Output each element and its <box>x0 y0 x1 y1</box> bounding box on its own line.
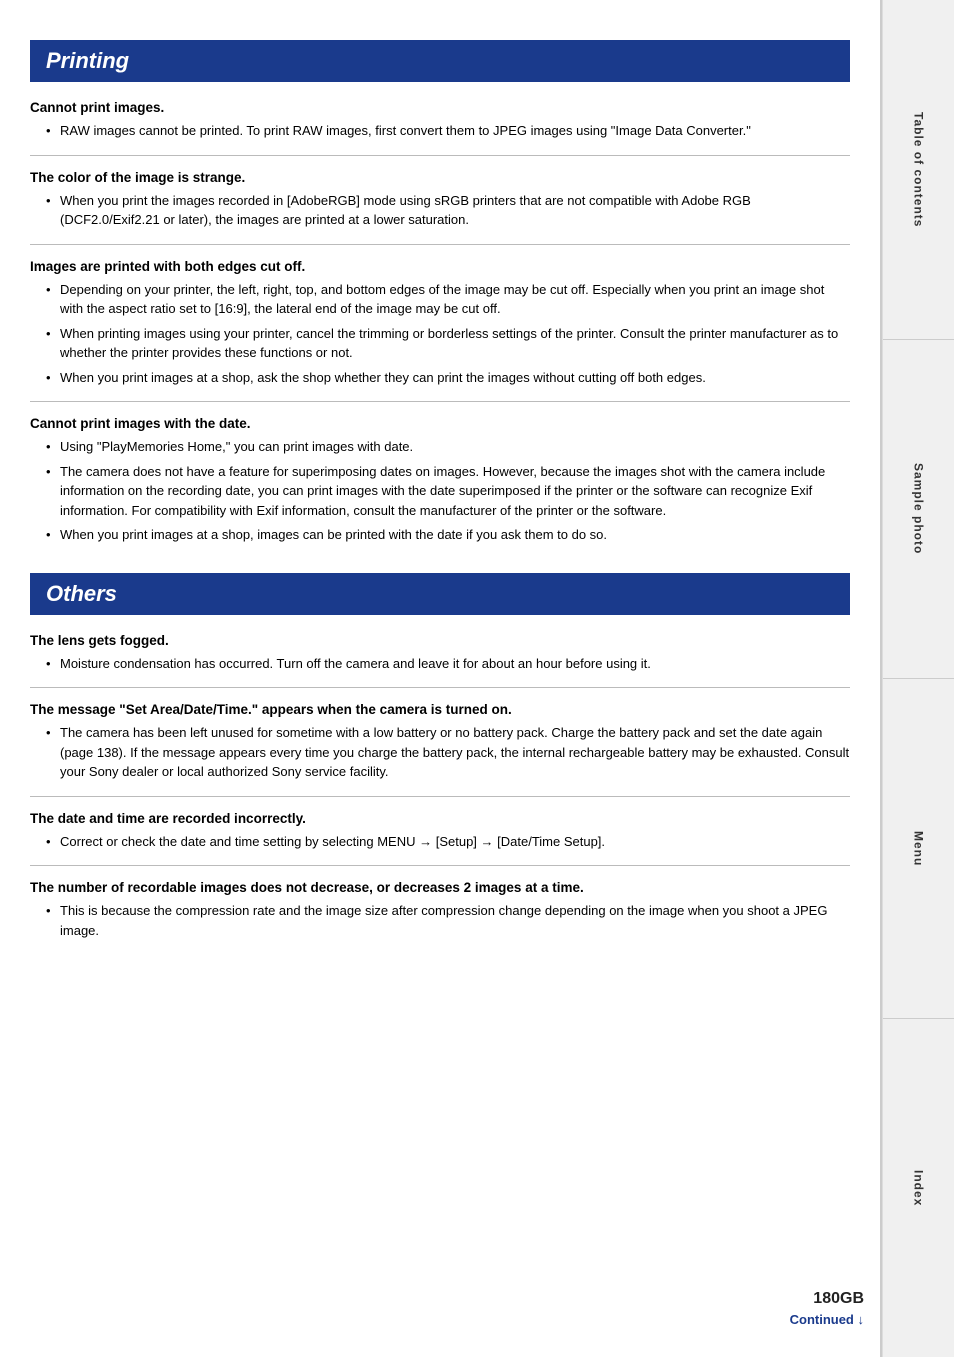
bullet-list-color-strange: When you print the images recorded in [A… <box>46 191 850 230</box>
subsection-set-area-date-time: The message "Set Area/Date/Time." appear… <box>30 702 850 782</box>
sidebar-tab-index[interactable]: Index <box>883 1019 954 1357</box>
subsection-recordable-images: The number of recordable images does not… <box>30 880 850 940</box>
subsection-date-time-incorrect: The date and time are recorded incorrect… <box>30 811 850 852</box>
divider <box>30 796 850 797</box>
subsection-title-cannot-print: Cannot print images. <box>30 100 850 115</box>
continued-label: Continued <box>790 1312 854 1327</box>
subsection-title-color-strange: The color of the image is strange. <box>30 170 850 185</box>
others-section: Others The lens gets fogged. Moisture co… <box>30 573 850 941</box>
bullet-item: This is because the compression rate and… <box>46 901 850 940</box>
sidebar-tab-table-of-contents[interactable]: Table of contents <box>883 0 954 340</box>
continued-arrow: ↓ <box>858 1312 865 1327</box>
printing-section: Printing Cannot print images. RAW images… <box>30 40 850 545</box>
subsection-title-date-time-incorrect: The date and time are recorded incorrect… <box>30 811 850 826</box>
bullet-item: The camera does not have a feature for s… <box>46 462 850 521</box>
others-section-header: Others <box>30 573 850 615</box>
bullet-list-lens-fogged: Moisture condensation has occurred. Turn… <box>46 654 850 674</box>
bullet-item: Correct or check the date and time setti… <box>46 832 850 852</box>
bullet-list-recordable-images: This is because the compression rate and… <box>46 901 850 940</box>
bullet-item: When you print the images recorded in [A… <box>46 191 850 230</box>
divider <box>30 865 850 866</box>
bullet-item: When you print images at a shop, images … <box>46 525 850 545</box>
subsection-title-edges-cut-off: Images are printed with both edges cut o… <box>30 259 850 274</box>
page-wrapper: Printing Cannot print images. RAW images… <box>0 0 954 1357</box>
printing-section-header: Printing <box>30 40 850 82</box>
subsection-lens-fogged: The lens gets fogged. Moisture condensat… <box>30 633 850 674</box>
continued-link[interactable]: Continued ↓ <box>790 1312 864 1327</box>
bullet-item: Using "PlayMemories Home," you can print… <box>46 437 850 457</box>
subsection-cannot-print-date: Cannot print images with the date. Using… <box>30 416 850 545</box>
subsection-title-lens-fogged: The lens gets fogged. <box>30 633 850 648</box>
sidebar-tab-sample-photo[interactable]: Sample photo <box>883 340 954 680</box>
bullet-item: When you print images at a shop, ask the… <box>46 368 850 388</box>
bullet-list-cannot-print: RAW images cannot be printed. To print R… <box>46 121 850 141</box>
divider <box>30 401 850 402</box>
bullet-list-set-area-date-time: The camera has been left unused for some… <box>46 723 850 782</box>
subsection-cannot-print: Cannot print images. RAW images cannot b… <box>30 100 850 141</box>
page-footer: 180GB Continued ↓ <box>790 1290 864 1327</box>
page-number: 180GB <box>813 1290 864 1308</box>
bullet-item: Moisture condensation has occurred. Turn… <box>46 654 850 674</box>
subsection-color-strange: The color of the image is strange. When … <box>30 170 850 230</box>
divider <box>30 155 850 156</box>
divider <box>30 244 850 245</box>
main-content: Printing Cannot print images. RAW images… <box>0 0 882 1357</box>
bullet-list-edges-cut-off: Depending on your printer, the left, rig… <box>46 280 850 388</box>
bullet-item: When printing images using your printer,… <box>46 324 850 363</box>
subsection-edges-cut-off: Images are printed with both edges cut o… <box>30 259 850 388</box>
subsection-title-cannot-print-date: Cannot print images with the date. <box>30 416 850 431</box>
sidebar-tab-menu[interactable]: Menu <box>883 679 954 1019</box>
sidebar: Table of contents Sample photo Menu Inde… <box>882 0 954 1357</box>
bullet-list-cannot-print-date: Using "PlayMemories Home," you can print… <box>46 437 850 545</box>
bullet-item: RAW images cannot be printed. To print R… <box>46 121 850 141</box>
bullet-item: The camera has been left unused for some… <box>46 723 850 782</box>
subsection-title-set-area-date-time: The message "Set Area/Date/Time." appear… <box>30 702 850 717</box>
bullet-item: Depending on your printer, the left, rig… <box>46 280 850 319</box>
divider <box>30 687 850 688</box>
bullet-list-date-time-incorrect: Correct or check the date and time setti… <box>46 832 850 852</box>
subsection-title-recordable-images: The number of recordable images does not… <box>30 880 850 895</box>
